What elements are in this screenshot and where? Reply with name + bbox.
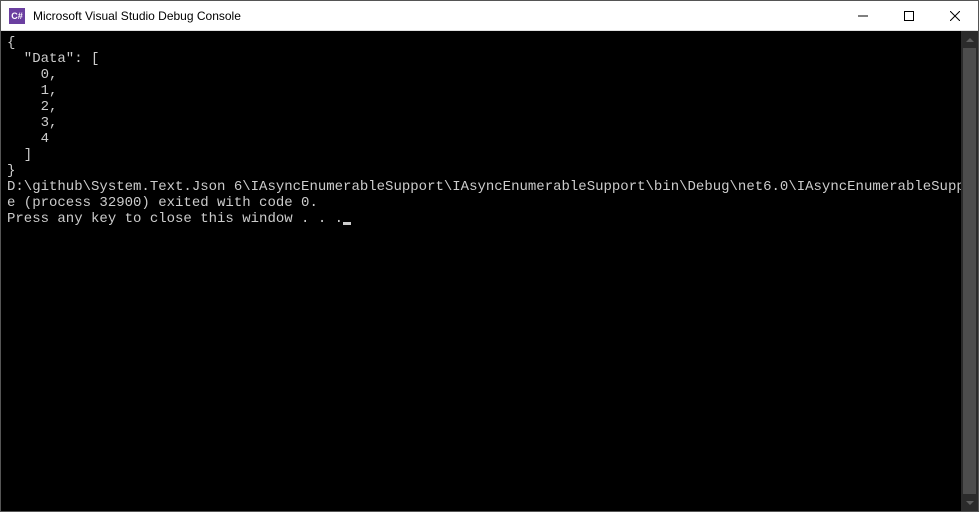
maximize-button[interactable] — [886, 1, 932, 30]
console-line: } — [7, 163, 15, 179]
console-line: 4 — [7, 131, 49, 147]
scroll-thumb[interactable] — [963, 48, 976, 494]
cursor — [343, 222, 351, 225]
vertical-scrollbar[interactable] — [961, 31, 978, 511]
window-controls — [840, 1, 978, 30]
console-line: 2, — [7, 99, 57, 115]
console-line: { — [7, 35, 15, 51]
titlebar[interactable]: C# Microsoft Visual Studio Debug Console — [1, 1, 978, 31]
console-line: ] — [7, 147, 32, 163]
console-line: 3, — [7, 115, 57, 131]
console-line: D:\github\System.Text.Json 6\IAsyncEnume… — [7, 179, 961, 195]
console-line: 0, — [7, 67, 57, 83]
console-line: Press any key to close this window . . . — [7, 211, 343, 227]
window-title: Microsoft Visual Studio Debug Console — [33, 9, 840, 23]
scroll-track[interactable] — [961, 48, 978, 494]
close-button[interactable] — [932, 1, 978, 30]
scroll-down-icon[interactable] — [961, 494, 978, 511]
console-line: e (process 32900) exited with code 0. — [7, 195, 318, 211]
console-output[interactable]: { "Data": [ 0, 1, 2, 3, 4 ] } D:\github\… — [1, 31, 961, 511]
console-line: 1, — [7, 83, 57, 99]
minimize-button[interactable] — [840, 1, 886, 30]
console-line: "Data": [ — [7, 51, 99, 67]
app-icon: C# — [9, 8, 25, 24]
console-area: { "Data": [ 0, 1, 2, 3, 4 ] } D:\github\… — [1, 31, 978, 511]
scroll-up-icon[interactable] — [961, 31, 978, 48]
